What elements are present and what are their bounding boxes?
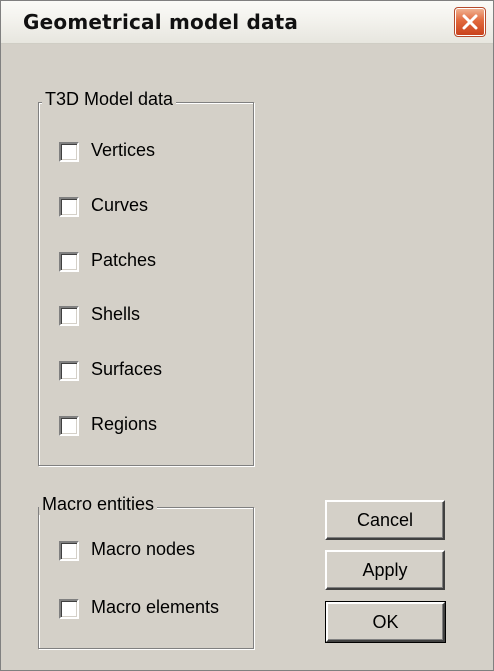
curves-checkbox[interactable] bbox=[59, 197, 79, 217]
shells-checkbox[interactable] bbox=[59, 306, 79, 326]
close-button[interactable] bbox=[454, 7, 486, 37]
curves-label: Curves bbox=[91, 195, 149, 215]
patches-checkbox[interactable] bbox=[59, 252, 79, 272]
vertices-label: Vertices bbox=[91, 140, 156, 160]
apply-button[interactable]: Apply bbox=[325, 550, 445, 590]
close-icon bbox=[462, 14, 478, 30]
dialog-window: Geometrical model data T3D Model data Ve… bbox=[0, 0, 494, 671]
macro-nodes-checkbox[interactable] bbox=[59, 541, 79, 561]
macro-elements-label: Macro elements bbox=[91, 597, 220, 617]
regions-label: Regions bbox=[91, 414, 158, 434]
macro-entities-group bbox=[38, 507, 254, 649]
regions-checkbox[interactable] bbox=[59, 416, 79, 436]
surfaces-checkbox[interactable] bbox=[59, 361, 79, 381]
macro-entities-group-label: Macro entities bbox=[39, 494, 158, 515]
ok-button[interactable]: OK bbox=[325, 601, 446, 643]
title-bar[interactable]: Geometrical model data bbox=[1, 1, 493, 44]
shells-label: Shells bbox=[91, 304, 141, 324]
window-title: Geometrical model data bbox=[23, 10, 299, 34]
cancel-button[interactable]: Cancel bbox=[325, 500, 445, 540]
macro-nodes-label: Macro nodes bbox=[91, 539, 196, 559]
t3d-model-group-label: T3D Model data bbox=[42, 89, 177, 110]
vertices-checkbox[interactable] bbox=[59, 142, 79, 162]
macro-elements-checkbox[interactable] bbox=[59, 599, 79, 619]
surfaces-label: Surfaces bbox=[91, 359, 163, 379]
patches-label: Patches bbox=[91, 250, 157, 270]
